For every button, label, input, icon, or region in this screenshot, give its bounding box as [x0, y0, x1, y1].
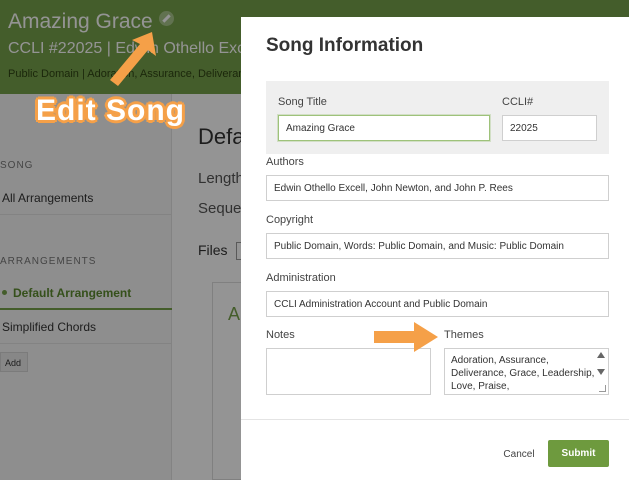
authors-label: Authors	[266, 156, 304, 168]
themes-label: Themes	[444, 329, 484, 341]
ccli-input[interactable]	[502, 115, 597, 141]
modal-divider	[241, 419, 629, 420]
themes-text: Adoration, Assurance, Deliverance, Grace…	[451, 355, 595, 392]
scroll-down-icon[interactable]	[597, 369, 605, 375]
arrow-to-edit-icon	[110, 32, 156, 86]
copyright-input[interactable]	[266, 233, 609, 259]
administration-label: Administration	[266, 272, 336, 284]
submit-button[interactable]: Submit	[548, 440, 609, 467]
modal-title: Song Information	[266, 35, 424, 56]
song-title-input[interactable]	[278, 115, 490, 141]
themes-textarea[interactable]: Adoration, Assurance, Deliverance, Grace…	[444, 348, 609, 395]
notes-label: Notes	[266, 329, 295, 341]
copyright-label: Copyright	[266, 214, 314, 226]
song-title-label: Song Title	[278, 96, 327, 108]
ccli-label: CCLI#	[502, 96, 534, 108]
arrow-to-themes-icon	[374, 322, 438, 352]
cancel-button[interactable]: Cancel	[499, 444, 539, 464]
administration-input[interactable]	[266, 291, 609, 317]
edit-song-callout: Edit Song	[36, 94, 185, 127]
song-information-modal: Song Information Song Title CCLI# Author…	[241, 17, 629, 480]
scroll-up-icon[interactable]	[597, 352, 605, 358]
notes-textarea[interactable]	[266, 348, 431, 395]
authors-input[interactable]	[266, 175, 609, 201]
resize-grip-icon[interactable]	[599, 385, 606, 392]
